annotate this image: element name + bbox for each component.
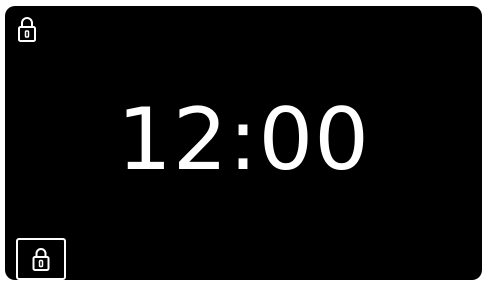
lock-status-icon (17, 16, 37, 42)
padlock-icon (32, 248, 50, 271)
clock-time: 12:00 (117, 90, 370, 190)
lock-button[interactable] (16, 238, 66, 280)
device-screen: 12:00 (5, 6, 482, 280)
